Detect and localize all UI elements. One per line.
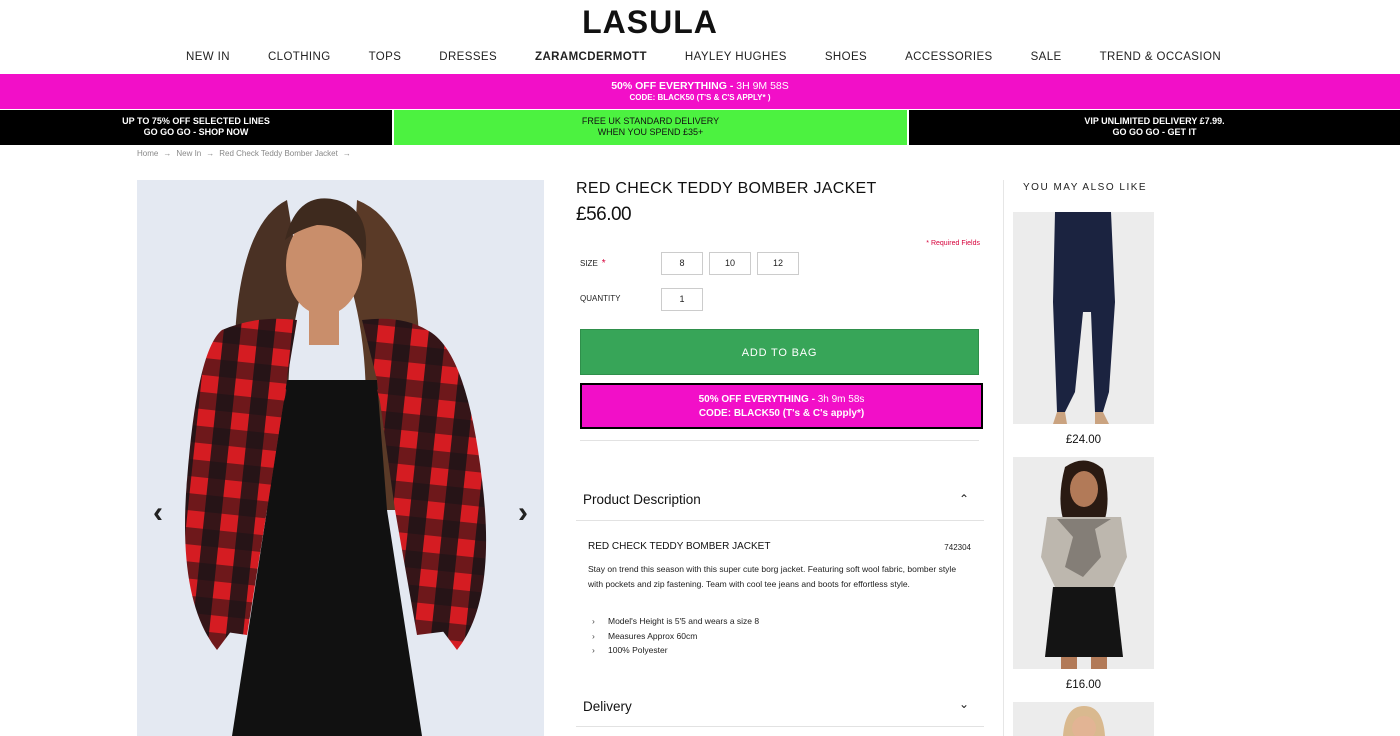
product-photo [1013, 457, 1154, 669]
breadcrumb-arrow-icon: → [342, 149, 351, 158]
description-body: Stay on trend this season with this supe… [588, 564, 957, 589]
chevron-right-icon: › [592, 645, 595, 656]
nav-clothing[interactable]: CLOTHING [268, 51, 331, 63]
divider [576, 520, 984, 521]
usp-delivery-line2: WHEN YOU SPEND £35+ [597, 127, 704, 137]
product-details: RED CHECK TEDDY BOMBER JACKET £56.00 * R… [576, 180, 984, 727]
chevron-down-icon: ⌄ [958, 697, 969, 711]
promo-box-headline: 50% OFF EVERYTHING - [698, 394, 818, 405]
gallery-next-chevron-icon[interactable]: › [518, 496, 528, 530]
usp-strip: UP TO 75% OFF SELECTED LINES GO GO GO - … [0, 110, 1400, 145]
promo-banner[interactable]: 50% OFF EVERYTHING - 3H 9M 58S CODE: BLA… [0, 74, 1400, 109]
sidebar-divider [1003, 180, 1004, 736]
size-option-10[interactable]: 10 [709, 252, 751, 275]
usp-sale-line1: UP TO 75% OFF SELECTED LINES [122, 116, 270, 126]
bullet-text: Model's Height is 5'5 and wears a size 8 [608, 616, 760, 626]
breadcrumb: Home → New In → Red Check Teddy Bomber Jac… [137, 149, 351, 158]
nav-shoes[interactable]: SHOES [825, 51, 867, 63]
nav-trend-occasion[interactable]: TREND & OCCASION [1100, 51, 1221, 63]
divider [576, 726, 984, 727]
size-option-8[interactable]: 8 [661, 252, 703, 275]
quantity-input[interactable]: 1 [661, 288, 703, 311]
promo-box-timer: 3h 9m 58s [817, 394, 865, 405]
breadcrumb-current: Red Check Teddy Bomber Jacket [219, 149, 338, 158]
size-option-12[interactable]: 12 [757, 252, 799, 275]
product-photo [1013, 702, 1154, 736]
nav-zaramcdermott[interactable]: ZARAMCDERMOTT [535, 51, 647, 63]
usp-sale-line2: GO GO GO - SHOP NOW [143, 127, 249, 137]
bullet-text: Measures Approx 60cm [608, 630, 698, 641]
product-description-toggle[interactable]: Product Description ⌃ [583, 492, 979, 507]
chevron-up-icon: ⌃ [958, 492, 969, 506]
usp-delivery-line1: FREE UK STANDARD DELIVERY [581, 116, 720, 126]
product-photo [137, 180, 544, 736]
site-logo[interactable]: LASULA [0, 4, 1300, 41]
usp-vip-line1: VIP UNLIMITED DELIVERY £7.99. [1084, 116, 1225, 126]
chevron-right-icon: › [592, 616, 595, 626]
description-bullets: › Model's Height is 5'5 and wears a size … [592, 614, 759, 658]
nav-tops[interactable]: TOPS [369, 51, 402, 63]
recommended-product-image[interactable] [1013, 702, 1154, 736]
divider [580, 440, 979, 441]
list-item: › Model's Height is 5'5 and wears a size … [592, 614, 759, 629]
nav-accessories[interactable]: ACCESSORIES [905, 51, 992, 63]
breadcrumb-new-in[interactable]: New In [176, 149, 201, 158]
breadcrumb-arrow-icon: → [163, 149, 172, 158]
recommended-product-price: £24.00 [1065, 434, 1102, 446]
promo-box[interactable]: 50% OFF EVERYTHING - 3h 9m 58s CODE: BLA… [580, 383, 983, 429]
size-label-text: SIZE [580, 259, 598, 268]
required-fields-note: * Required Fields [926, 240, 980, 247]
product-description-heading: Product Description [583, 492, 701, 507]
required-asterisk: * [601, 258, 606, 269]
breadcrumb-home[interactable]: Home [137, 149, 158, 158]
promo-code: CODE: BLACK50 (T'S & C'S APPLY* ) [629, 93, 771, 102]
list-item: › 100% Polyester [592, 643, 759, 658]
product-image-gallery[interactable]: ‹ › [137, 180, 544, 736]
quantity-label: QUANTITY [580, 294, 621, 303]
nav-dresses[interactable]: DRESSES [439, 51, 497, 63]
list-item: › Measures Approx 60cm [592, 629, 759, 644]
product-code: 742304 [944, 543, 971, 552]
usp-vip[interactable]: VIP UNLIMITED DELIVERY £7.99. GO GO GO -… [909, 110, 1400, 145]
product-price: £56.00 [576, 204, 632, 225]
delivery-toggle[interactable]: Delivery ⌄ [583, 697, 979, 714]
recommended-product-image[interactable] [1013, 212, 1154, 424]
promo-box-code: CODE: BLACK50 (T's & C's apply*) [698, 408, 865, 419]
chevron-right-icon: › [592, 630, 595, 641]
recommended-product-image[interactable] [1013, 457, 1154, 669]
nav-sale[interactable]: SALE [1031, 51, 1062, 63]
you-may-also-like-heading: YOU MAY ALSO LIKE [1023, 182, 1148, 193]
usp-delivery[interactable]: FREE UK STANDARD DELIVERY WHEN YOU SPEND… [392, 110, 909, 145]
add-to-bag-button[interactable]: ADD TO BAG [580, 329, 979, 375]
breadcrumb-arrow-icon: → [206, 149, 215, 158]
promo-timer: 3H 9M 58S [736, 80, 789, 92]
description-title: RED CHECK TEDDY BOMBER JACKET [588, 541, 771, 552]
recommended-product-price: £16.00 [1065, 679, 1102, 691]
size-options: 8 10 12 [661, 252, 799, 275]
usp-sale[interactable]: UP TO 75% OFF SELECTED LINES GO GO GO - … [0, 110, 392, 145]
size-label: SIZE * [580, 258, 606, 269]
gallery-prev-chevron-icon[interactable]: ‹ [153, 496, 163, 530]
promo-headline: 50% OFF EVERYTHING - [611, 80, 737, 92]
bullet-text: 100% Polyester [608, 645, 668, 656]
nav-new-in[interactable]: NEW IN [186, 51, 230, 63]
nav-hayley-hughes[interactable]: HAYLEY HUGHES [685, 51, 787, 63]
product-photo [1013, 212, 1154, 424]
delivery-heading: Delivery [583, 699, 632, 714]
usp-vip-line2: GO GO GO - GET IT [1112, 127, 1197, 137]
main-nav: NEW IN CLOTHING TOPS DRESSES ZARAMCDERMO… [186, 51, 1259, 63]
product-title: RED CHECK TEDDY BOMBER JACKET [576, 180, 877, 197]
